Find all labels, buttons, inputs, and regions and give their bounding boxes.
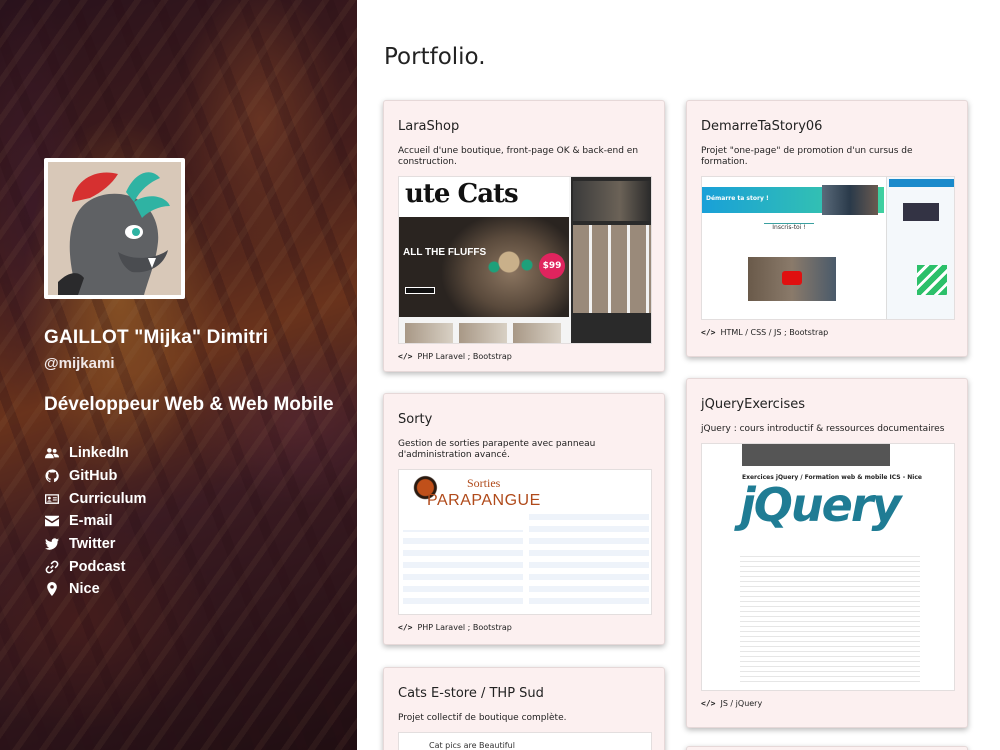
- link-label: GitHub: [69, 468, 118, 485]
- screenshot-video: [748, 257, 836, 301]
- link-linkedin[interactable]: LinkedIn: [44, 442, 357, 465]
- tech-label: PHP Laravel ; Bootstrap: [417, 623, 512, 632]
- project-screenshot[interactable]: Cat pics are Beautiful: [398, 732, 652, 750]
- screenshot-mini-hero: [573, 181, 651, 221]
- thumbnail: [459, 323, 507, 343]
- project-screenshot[interactable]: Exercices jQuery / Formation web & mobil…: [701, 443, 955, 691]
- link-label: Twitter: [69, 536, 116, 553]
- card-title: jQueryExercises: [701, 397, 805, 412]
- code-icon: </>: [398, 623, 413, 632]
- screenshot-thumbnails: [399, 323, 569, 343]
- link-twitter[interactable]: Twitter: [44, 533, 357, 556]
- project-card-larashop[interactable]: LaraShop Accueil d'une boutique, front-p…: [383, 100, 665, 372]
- card-title: LaraShop: [398, 119, 460, 134]
- play-icon: [782, 271, 802, 285]
- price-badge: $99: [539, 253, 565, 279]
- envelope-icon: [44, 514, 60, 528]
- card-title: Cats E-store / THP Sud: [398, 686, 544, 701]
- project-card-demarretastory[interactable]: DemarreTaStory06 Projet "one-page" de pr…: [686, 100, 968, 357]
- profile-section: GAILLOT "Mijka" Dimitri @mijkami Dévelop…: [44, 158, 357, 601]
- card-description: Accueil d'une boutique, front-page OK & …: [398, 146, 639, 167]
- thumbnail: [513, 323, 561, 343]
- mobile-header: [889, 179, 954, 187]
- link-label: Curriculum: [69, 490, 147, 507]
- project-card-partial[interactable]: [686, 746, 968, 750]
- page-title: Portfolio.: [384, 44, 486, 70]
- link-location[interactable]: Nice: [44, 578, 357, 601]
- mobile-stairs-graphic: [917, 265, 947, 295]
- github-icon: [44, 469, 60, 483]
- link-label: Podcast: [69, 558, 126, 575]
- screenshot-headline: ALL THE FLUFFS: [403, 247, 487, 258]
- project-card-jqueryexercises[interactable]: jQueryExercises jQuery : cours introduct…: [686, 378, 968, 728]
- card-tech: </> PHP Laravel ; Bootstrap: [398, 352, 650, 361]
- link-label: LinkedIn: [69, 445, 129, 462]
- screenshot-brand-bottom: PARAPANGUE: [427, 492, 541, 509]
- profile-role: Développeur Web & Web Mobile: [44, 394, 334, 415]
- screenshot-button: [405, 287, 435, 294]
- screenshot-outings-list: [529, 514, 649, 610]
- users-icon: [44, 446, 60, 460]
- card-description: Gestion de sorties parapente avec pannea…: [398, 439, 596, 460]
- thumbnail: [405, 323, 453, 343]
- project-screenshot[interactable]: ute Cats ALL THE FLUFFS $99: [398, 176, 652, 344]
- link-podcast[interactable]: Podcast: [44, 555, 357, 578]
- project-card-cats-estore[interactable]: Cats E-store / THP Sud Projet collectif …: [383, 667, 665, 750]
- tech-label: PHP Laravel ; Bootstrap: [417, 352, 512, 361]
- screenshot-photo: [822, 185, 878, 215]
- banner-text: Démarre ta story !: [706, 195, 769, 202]
- tech-label: HTML / CSS / JS ; Bootstrap: [720, 328, 829, 337]
- project-screenshot[interactable]: Sorties PARAPANGUE: [398, 469, 652, 615]
- link-email[interactable]: E-mail: [44, 510, 357, 533]
- link-curriculum[interactable]: Curriculum: [44, 487, 357, 510]
- screenshot-cta: Inscris-toi !: [764, 223, 814, 235]
- card-description: Projet "one-page" de promotion d'un curs…: [701, 146, 913, 167]
- tech-label: JS / jQuery: [720, 699, 763, 708]
- avatar-illustration: [48, 162, 181, 295]
- social-links: LinkedIn GitHub Curriculum E-mail Twitte…: [44, 442, 357, 601]
- link-icon: [44, 560, 60, 574]
- card-tech: </> PHP Laravel ; Bootstrap: [398, 623, 650, 632]
- card-title: DemarreTaStory06: [701, 119, 823, 134]
- sidebar: GAILLOT "Mijka" Dimitri @mijkami Dévelop…: [0, 0, 357, 750]
- mobile-video: [903, 203, 939, 221]
- screenshot-text: Cat pics are Beautiful: [429, 741, 515, 750]
- code-icon: </>: [398, 352, 413, 361]
- map-marker-icon: [44, 582, 60, 597]
- card-tech: </> HTML / CSS / JS ; Bootstrap: [701, 328, 953, 337]
- card-title: Sorty: [398, 412, 433, 427]
- profile-handle: @mijkami: [44, 355, 115, 372]
- screenshot-users-table: [403, 530, 523, 610]
- card-description: Projet collectif de boutique complète.: [398, 713, 567, 723]
- project-screenshot[interactable]: Démarre ta story ! Inscris-toi !: [701, 176, 955, 320]
- screenshot-header-bar: [742, 444, 890, 466]
- twitter-icon: [44, 537, 60, 551]
- card-description: jQuery : cours introductif & ressources …: [701, 424, 945, 434]
- portfolio-main: Portfolio. LaraShop Accueil d'une boutiq…: [357, 0, 1000, 750]
- screenshot-hero: ute Cats ALL THE FLUFFS $99: [399, 177, 569, 317]
- code-icon: </>: [701, 699, 716, 708]
- avatar: [44, 158, 185, 299]
- link-label: E-mail: [69, 513, 113, 530]
- screenshot-mobile-view: [886, 177, 954, 319]
- screenshot-product-grid: [573, 225, 651, 313]
- card-tech: </> JS / jQuery: [701, 699, 953, 708]
- link-label: Nice: [69, 581, 100, 598]
- screenshot-brand-top: Sorties: [467, 476, 501, 490]
- project-card-sorty[interactable]: Sorty Gestion de sorties parapente avec …: [383, 393, 665, 645]
- id-card-icon: [44, 492, 60, 506]
- code-icon: </>: [701, 328, 716, 337]
- screenshot-side-panel: [571, 177, 651, 343]
- profile-name: GAILLOT "Mijka" Dimitri: [44, 327, 269, 348]
- screenshot-logo: ute Cats: [405, 179, 519, 209]
- jquery-logo: jQuery: [740, 478, 901, 532]
- screenshot-text-lines: [740, 554, 920, 686]
- link-github[interactable]: GitHub: [44, 465, 357, 488]
